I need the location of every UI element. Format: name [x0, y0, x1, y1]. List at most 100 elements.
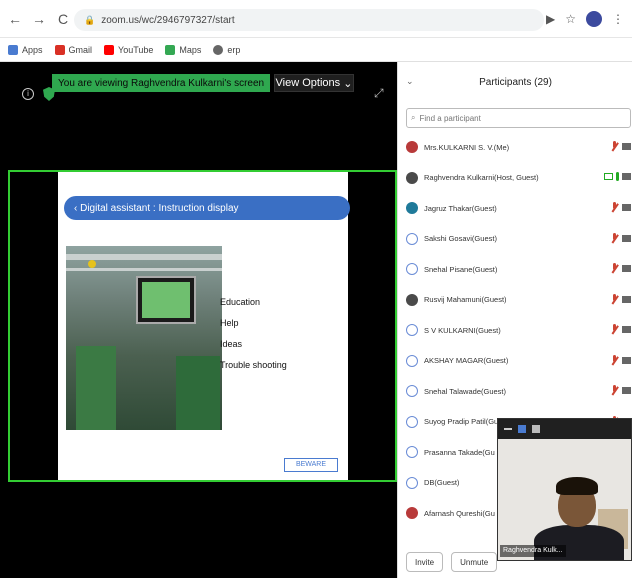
photo-machine: [76, 346, 116, 430]
reload-icon[interactable]: C: [54, 11, 72, 27]
self-view-video[interactable]: Raghvendra Kulk...: [497, 418, 632, 561]
participant-row[interactable]: Raghvendra Kulkarni(Host, Guest): [398, 163, 632, 194]
participant-status-icons: [610, 385, 631, 396]
browser-toolbar: ← → C 🔒 zoom.us/wc/2946797327/start ▶ ☆ …: [0, 0, 632, 38]
search-input[interactable]: [419, 113, 620, 123]
participant-name: DB(Guest): [424, 478, 460, 488]
mic-muted-icon: [610, 232, 619, 244]
photo-light: [88, 260, 96, 268]
slide-list-item: Trouble shooting: [220, 360, 287, 370]
camera-off-icon: [622, 143, 631, 150]
avatar: [406, 415, 418, 428]
fullscreen-icon[interactable]: ⤢: [374, 86, 384, 101]
participant-name: Raghvendra Kulkarni(Host, Guest): [424, 173, 539, 183]
participant-row[interactable]: Sakshi Gosavi(Guest): [398, 224, 632, 255]
avatar: [406, 324, 418, 337]
slide-list-item: Ideas: [220, 339, 243, 349]
participant-name: Mrs.KULKARNI S. V.(Me): [424, 142, 510, 152]
participant-row[interactable]: Snehal Talawade(Guest): [398, 376, 632, 407]
camera-off-icon: [622, 295, 631, 303]
view-options-button[interactable]: View Options ⌄: [274, 74, 354, 92]
meeting-stage: i You are viewing Raghvendra Kulkarni's …: [0, 62, 397, 578]
forward-icon[interactable]: →: [30, 11, 48, 27]
avatar: [406, 293, 418, 306]
maps-icon: [165, 44, 176, 55]
avatar: [406, 446, 418, 459]
participant-row[interactable]: Snehal Pisane(Guest): [398, 254, 632, 285]
mic-on-icon: [616, 171, 619, 181]
video-layout-icon[interactable]: [518, 425, 526, 433]
star-icon[interactable]: ☆: [565, 12, 576, 26]
participant-row[interactable]: S V KULKARNI(Guest): [398, 315, 632, 346]
mic-muted-icon: [610, 263, 619, 274]
self-view-name: Raghvendra Kulk...: [500, 545, 566, 557]
avatar: [406, 232, 418, 245]
camera-off-icon: [622, 356, 631, 364]
search-icon: ⌕: [411, 113, 416, 122]
slide-list: Education Help Ideas Trouble shooting: [220, 292, 287, 376]
photo-beam: [66, 254, 222, 260]
info-icon[interactable]: i: [22, 88, 34, 100]
mic-muted-icon: [610, 141, 619, 152]
apps-icon: [8, 44, 18, 55]
avatar: [406, 202, 418, 215]
presentation-slide: ‹ Digital assistant : Instruction displa…: [58, 172, 350, 480]
menu-icon[interactable]: ⋮: [612, 12, 624, 26]
slide-list-item: Help: [220, 318, 239, 328]
avatar: [406, 385, 418, 398]
participant-status-icons: [610, 263, 631, 274]
participant-status-icons: [610, 324, 631, 335]
participant-row[interactable]: Jagruz Thakar(Guest): [398, 193, 632, 224]
participant-name: Suyog Pradip Patil(Gu: [424, 417, 499, 427]
bookmark-apps[interactable]: Apps: [8, 44, 43, 55]
participant-row[interactable]: AKSHAY MAGAR(Guest): [398, 346, 632, 377]
avatar: [406, 476, 418, 489]
bookmark-gmail[interactable]: Gmail: [54, 44, 92, 55]
camera-off-icon: [622, 326, 631, 333]
participant-status-icons: [610, 354, 631, 366]
viewing-screen-banner: You are viewing Raghvendra Kulkarni's sc…: [52, 74, 271, 92]
slide-header: ‹ Digital assistant : Instruction displa…: [64, 196, 350, 220]
slide-list-item: Education: [220, 297, 261, 307]
avatar: [406, 141, 418, 154]
participant-search[interactable]: ⌕: [406, 108, 631, 128]
participant-row[interactable]: Rusvij Mahamuni(Guest): [398, 285, 632, 316]
mic-muted-icon: [610, 354, 619, 366]
camera-off-icon: [622, 387, 631, 394]
bookmark-erp[interactable]: erp: [213, 44, 240, 55]
person-hair: [556, 477, 598, 495]
invite-button[interactable]: Invite: [406, 552, 444, 572]
mic-muted-icon: [610, 202, 619, 213]
participant-status-icons: [610, 293, 631, 305]
minimize-icon[interactable]: [504, 428, 512, 430]
mic-muted-icon: [610, 385, 619, 396]
bookmarks-bar: Apps Gmail YouTube Maps erp: [0, 38, 632, 62]
participant-name: Prasanna Takade(Gu: [424, 447, 495, 457]
shared-screen: ‹ Digital assistant : Instruction displa…: [8, 170, 397, 482]
back-icon[interactable]: ←: [6, 11, 24, 27]
participant-name: S V KULKARNI(Guest): [424, 325, 501, 335]
camera-off-icon: [622, 265, 631, 272]
slide-logo: BEWARE: [284, 458, 338, 472]
self-view-toolbar: [498, 419, 631, 439]
participant-name: Snehal Pisane(Guest): [424, 264, 498, 274]
bookmark-youtube[interactable]: YouTube: [104, 44, 153, 55]
participant-name: Rusvij Mahamuni(Guest): [424, 295, 507, 305]
participant-status-icons: [610, 202, 631, 213]
participant-name: Afarnash Qureshi(Gu: [424, 508, 495, 518]
profile-avatar[interactable]: [586, 11, 602, 27]
youtube-icon: [104, 44, 115, 55]
photo-display-content: [142, 282, 190, 318]
extension-icon[interactable]: ▶: [546, 12, 555, 26]
camera-off-icon: [622, 234, 631, 242]
participant-row[interactable]: Mrs.KULKARNI S. V.(Me): [398, 132, 632, 163]
address-bar[interactable]: 🔒 zoom.us/wc/2946797327/start: [74, 9, 544, 31]
camera-off-icon: [622, 172, 631, 180]
url-text: zoom.us/wc/2946797327/start: [101, 14, 235, 26]
mic-muted-icon: [610, 293, 619, 305]
expand-icon[interactable]: [532, 425, 540, 433]
camera-off-icon: [622, 204, 631, 211]
bookmark-maps[interactable]: Maps: [165, 44, 201, 55]
unmute-button[interactable]: Unmute: [451, 552, 498, 572]
avatar: [406, 171, 418, 184]
